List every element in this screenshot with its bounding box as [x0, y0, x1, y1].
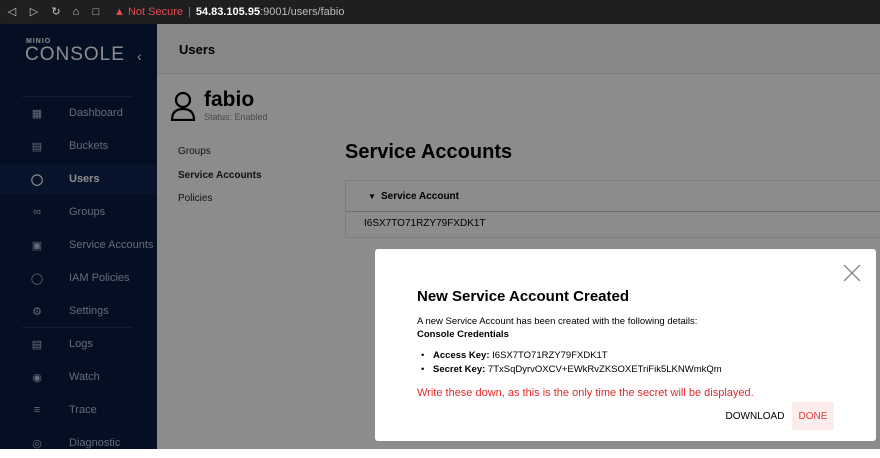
download-button[interactable]: DOWNLOAD: [722, 402, 788, 430]
url-host: 54.83.105.95: [195, 6, 261, 18]
reload-icon[interactable]: ↻: [50, 5, 62, 19]
browser-toolbar: ◁ ▷ ↻ ⌂ □ ▲ Not Secure | 54.83.105.95:9001…: [0, 0, 880, 24]
forward-icon[interactable]: ▷: [28, 5, 40, 19]
bullet: •: [421, 364, 425, 375]
dialog-title: New Service Account Created: [417, 288, 630, 305]
done-button[interactable]: DONE: [792, 402, 834, 430]
not-secure-label: Not Secure: [127, 6, 183, 18]
warning-message: Write these down, as this is the only ti…: [417, 387, 754, 399]
close-icon[interactable]: [842, 263, 862, 283]
address-bar[interactable]: ▲ Not Secure | 54.83.105.95:9001/users/fab…: [114, 4, 344, 20]
secret-key-label: Secret Key:: [433, 364, 486, 375]
access-key-label: Access Key:: [433, 350, 490, 361]
url-separator: |: [187, 6, 191, 18]
bookmark-icon[interactable]: □: [90, 5, 102, 19]
new-service-account-dialog: New Service Account Created A new Servic…: [375, 249, 876, 441]
home-icon[interactable]: ⌂: [70, 5, 82, 19]
access-key-item: • Access Key: I6SX7TO71RZY79FXDK1T: [421, 350, 608, 361]
warning-icon: ▲: [114, 6, 125, 18]
secret-key-value: 7TxSqDyrvOXCV+EWkRvZKSOXETriFik5LKNWmkQm: [487, 364, 722, 375]
dialog-subtitle: Console Credentials: [417, 329, 509, 340]
secret-key-item: • Secret Key: 7TxSqDyrvOXCV+EWkRvZKSOXET…: [421, 364, 722, 375]
bullet: •: [421, 350, 425, 361]
dialog-description: A new Service Account has been created w…: [417, 316, 698, 327]
back-icon[interactable]: ◁: [6, 5, 18, 19]
access-key-value: I6SX7TO71RZY79FXDK1T: [492, 350, 608, 361]
url-path: :9001/users/fabio: [260, 6, 345, 18]
